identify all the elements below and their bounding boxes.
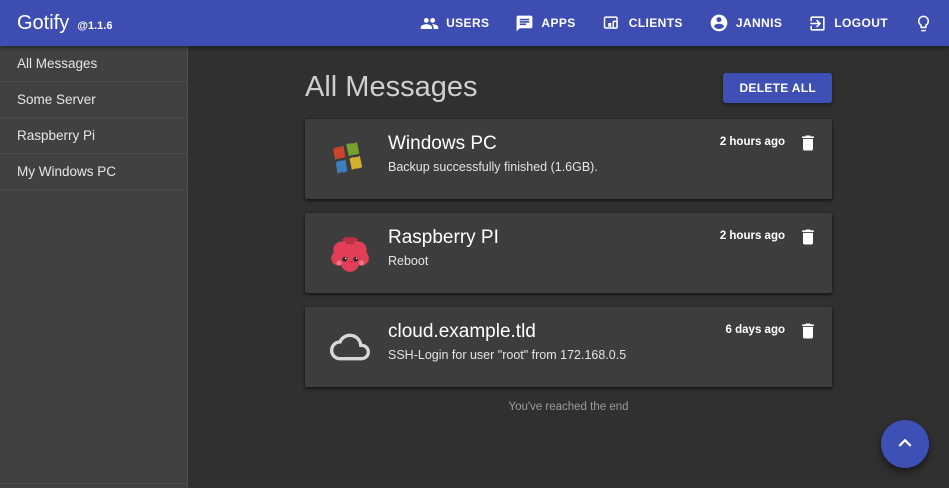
brand: Gotify @1.1.6 [17,12,112,35]
message-text: Raspberry PI Reboot [373,213,720,293]
sidebar-item-raspberry-pi[interactable]: Raspberry Pi [0,118,187,154]
users-icon [420,14,439,33]
message-timestamp: 6 days ago [726,321,785,339]
nav-clients[interactable]: CLIENTS [602,13,683,33]
scroll-to-top-fab[interactable] [881,420,929,468]
nav-logout-label: LOGOUT [834,16,888,30]
sidebar: All Messages Some Server Raspberry Pi My… [0,46,188,488]
chevron-up-icon [892,430,918,459]
nav-current-user[interactable]: JANNIS [709,13,782,33]
delete-message-button[interactable] [798,321,818,344]
account-circle-icon [709,13,729,33]
nav-users[interactable]: USERS [420,14,489,33]
sidebar-item-label: My Windows PC [17,164,116,179]
message-title: Raspberry PI [388,226,720,250]
sidebar-item-label: All Messages [17,56,97,71]
delete-message-button[interactable] [798,227,818,250]
nav-logout[interactable]: LOGOUT [808,14,888,33]
delete-message-button[interactable] [798,133,818,156]
sidebar-item-all-messages[interactable]: All Messages [0,46,187,82]
message-card-cloud: cloud.example.tld SSH-Login for user "ro… [305,307,832,387]
cloud-icon [327,307,373,387]
nav-clients-label: CLIENTS [629,16,683,30]
sidebar-item-my-windows-pc[interactable]: My Windows PC [0,154,187,190]
nav-user-label: JANNIS [736,16,782,30]
message-timestamp: 2 hours ago [720,133,785,151]
devices-icon [602,13,622,33]
page-title: All Messages [305,71,477,104]
page-header: All Messages DELETE ALL [305,72,832,103]
nav-users-label: USERS [446,16,489,30]
raspberry-icon [327,213,373,293]
chat-icon [515,14,534,33]
message-meta: 2 hours ago [720,119,832,199]
app-title: Gotify [17,12,69,35]
message-card-raspberry-pi: Raspberry PI Reboot 2 hours ago [305,213,832,293]
sidebar-item-some-server[interactable]: Some Server [0,82,187,118]
message-title: Windows PC [388,132,720,156]
message-text: cloud.example.tld SSH-Login for user "ro… [373,307,726,387]
theme-toggle-button[interactable] [914,14,933,33]
sidebar-item-label: Some Server [17,92,96,107]
message-meta: 2 hours ago [720,213,832,293]
main-content: All Messages DELETE ALL Windows PC Backu… [188,46,949,488]
message-title: cloud.example.tld [388,320,726,344]
nav-apps[interactable]: APPS [515,14,575,33]
lightbulb-icon [914,14,933,33]
trash-icon [798,329,818,344]
app-bar: Gotify @1.1.6 USERS APPS CLIENTS [0,0,949,46]
message-timestamp: 2 hours ago [720,227,785,245]
windows-logo-icon [327,119,373,199]
message-text: Windows PC Backup successfully finished … [373,119,720,199]
sidebar-item-label: Raspberry Pi [17,128,95,143]
trash-icon [798,141,818,156]
trash-icon [798,235,818,250]
end-of-list-text: You've reached the end [305,401,832,413]
message-body: SSH-Login for user "root" from 172.168.0… [388,347,726,364]
message-card-windows-pc: Windows PC Backup successfully finished … [305,119,832,199]
message-body: Reboot [388,253,720,270]
sidebar-bottom-divider [0,483,187,484]
nav-apps-label: APPS [541,16,575,30]
delete-all-button[interactable]: DELETE ALL [723,73,832,103]
message-meta: 6 days ago [726,307,832,387]
top-nav: USERS APPS CLIENTS JANNIS [420,13,933,33]
logout-icon [808,14,827,33]
app-version: @1.1.6 [77,20,112,32]
message-body: Backup successfully finished (1.6GB). [388,159,720,176]
